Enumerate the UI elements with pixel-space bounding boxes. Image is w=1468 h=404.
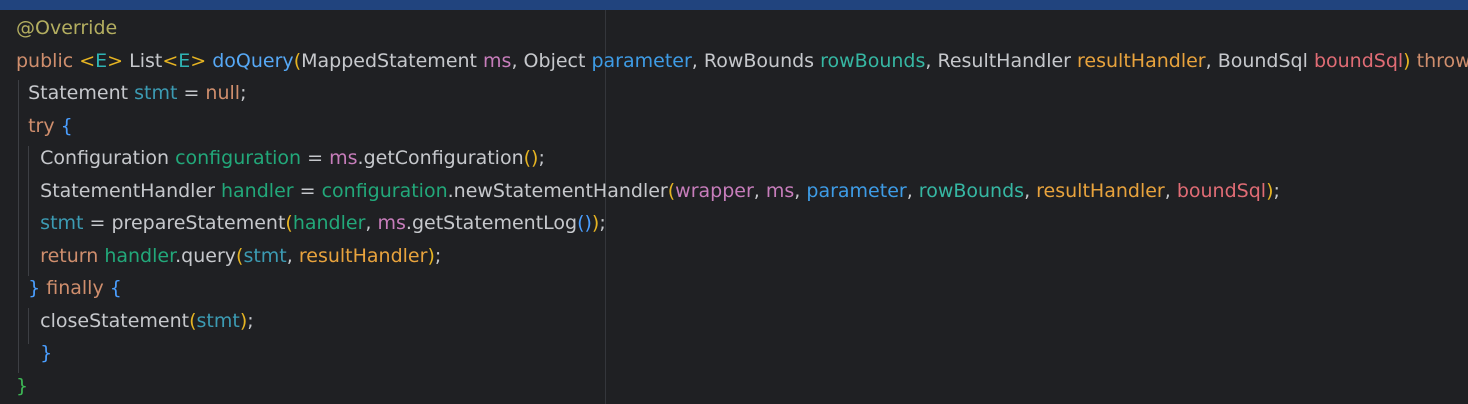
- code-token: ,: [365, 212, 378, 234]
- code-token: ;: [240, 82, 247, 104]
- code-token: resultHandler: [1077, 49, 1206, 72]
- code-token: ,: [753, 179, 766, 202]
- code-token: {: [109, 277, 122, 299]
- code-token: handler: [292, 212, 366, 234]
- code-token: resultHandler: [298, 244, 428, 267]
- code-token: <: [79, 49, 96, 72]
- code-token: , BoundSql: [1205, 49, 1314, 72]
- code-token: handler: [221, 179, 294, 202]
- code-token: stmt: [243, 244, 287, 267]
- code-token: = prepareStatement: [83, 212, 286, 234]
- code-token: doQuery: [212, 49, 294, 72]
- code-token: ms: [377, 212, 406, 234]
- code-token: <: [162, 49, 179, 72]
- code-token: E: [178, 49, 191, 72]
- code-token: throws: [1416, 49, 1468, 72]
- code-token: handler: [104, 244, 176, 267]
- code-token: parameter: [591, 49, 692, 72]
- code-token: ,: [906, 179, 919, 202]
- code-token: (): [577, 212, 592, 234]
- code-token: ;: [599, 212, 606, 234]
- code-token: }: [16, 374, 29, 397]
- code-token: ): [1403, 49, 1411, 72]
- code-token: }: [40, 342, 53, 364]
- code-token: , ResultHandler: [925, 49, 1078, 72]
- code-line[interactable]: public <E> List<E> doQuery(MappedStateme…: [16, 45, 1468, 77]
- code-token: =: [293, 179, 322, 202]
- code-token: ,: [794, 179, 807, 202]
- code-token: .getStatementLog: [405, 212, 578, 234]
- code-token: .query: [175, 244, 237, 267]
- code-token: ;: [434, 244, 442, 267]
- code-editor[interactable]: @Override public <E> List<E> doQuery(Mapp…: [0, 0, 1468, 404]
- code-token: StatementHandler: [16, 179, 221, 202]
- code-token: ,: [1164, 179, 1177, 202]
- code-token: (: [293, 49, 302, 72]
- code-line[interactable]: StatementHandler handler = configuration…: [16, 175, 1280, 207]
- code-token: , Object: [511, 49, 592, 72]
- code-line[interactable]: Configuration configuration = ms.getConf…: [16, 142, 545, 174]
- code-token: stmt: [40, 212, 84, 234]
- code-token: }: [28, 277, 41, 299]
- code-token: (): [523, 147, 539, 169]
- code-token: finally: [40, 277, 110, 299]
- code-token: ,: [1024, 179, 1037, 202]
- code-token: rowBounds: [918, 179, 1025, 202]
- code-token: {: [60, 114, 73, 137]
- code-line[interactable]: closeStatement(stmt);: [16, 305, 254, 337]
- code-token: configuration: [321, 179, 448, 202]
- code-token: null: [205, 82, 241, 104]
- code-token: ): [427, 244, 435, 267]
- code-token: ms: [329, 147, 358, 169]
- code-token: Statement: [16, 82, 135, 104]
- code-token: (: [285, 212, 293, 234]
- code-token: MappedStatement: [301, 49, 484, 72]
- code-token: resultHandler: [1036, 179, 1165, 202]
- code-token: boundSql: [1313, 49, 1404, 72]
- code-token: ms: [765, 179, 795, 202]
- code-token: closeStatement: [16, 309, 190, 332]
- code-token: ;: [1273, 179, 1280, 202]
- code-token: rowBounds: [820, 49, 926, 72]
- code-token: @Override: [16, 17, 118, 39]
- code-token: =: [177, 82, 206, 104]
- code-line[interactable]: return handler.query(stmt, resultHandler…: [16, 240, 441, 272]
- code-token: ms: [483, 49, 512, 72]
- code-token: stmt: [134, 82, 178, 104]
- code-token: .newStatementHandler: [447, 179, 668, 202]
- code-token: wrapper: [675, 179, 754, 202]
- code-token: >: [107, 49, 124, 72]
- code-token: boundSql: [1176, 179, 1267, 202]
- code-token: Configuration: [16, 147, 176, 169]
- code-token: =: [301, 147, 330, 169]
- code-line[interactable]: @Override: [16, 12, 117, 44]
- code-token: .getConfiguration: [357, 147, 524, 169]
- code-token: >: [190, 49, 207, 72]
- code-token: stmt: [196, 309, 240, 332]
- code-token: List: [123, 49, 163, 72]
- code-line[interactable]: } finally {: [16, 272, 122, 304]
- code-token: ;: [247, 309, 254, 332]
- code-token: try: [28, 114, 61, 137]
- code-token: (: [189, 309, 197, 332]
- code-line[interactable]: try {: [16, 110, 73, 142]
- code-token: E: [95, 49, 108, 72]
- code-token: configuration: [175, 147, 302, 169]
- code-token: return: [40, 244, 105, 267]
- code-token: ;: [538, 147, 545, 169]
- code-token: ,: [286, 244, 299, 267]
- code-line[interactable]: Statement stmt = null;: [16, 77, 246, 109]
- code-token: , RowBounds: [691, 49, 821, 72]
- code-token: parameter: [806, 179, 907, 202]
- code-token: public: [16, 49, 80, 72]
- code-line[interactable]: }: [16, 370, 28, 402]
- editor-top-bar: [0, 0, 1468, 10]
- code-line[interactable]: stmt = prepareStatement(handler, ms.getS…: [16, 207, 606, 239]
- code-line[interactable]: }: [16, 337, 52, 369]
